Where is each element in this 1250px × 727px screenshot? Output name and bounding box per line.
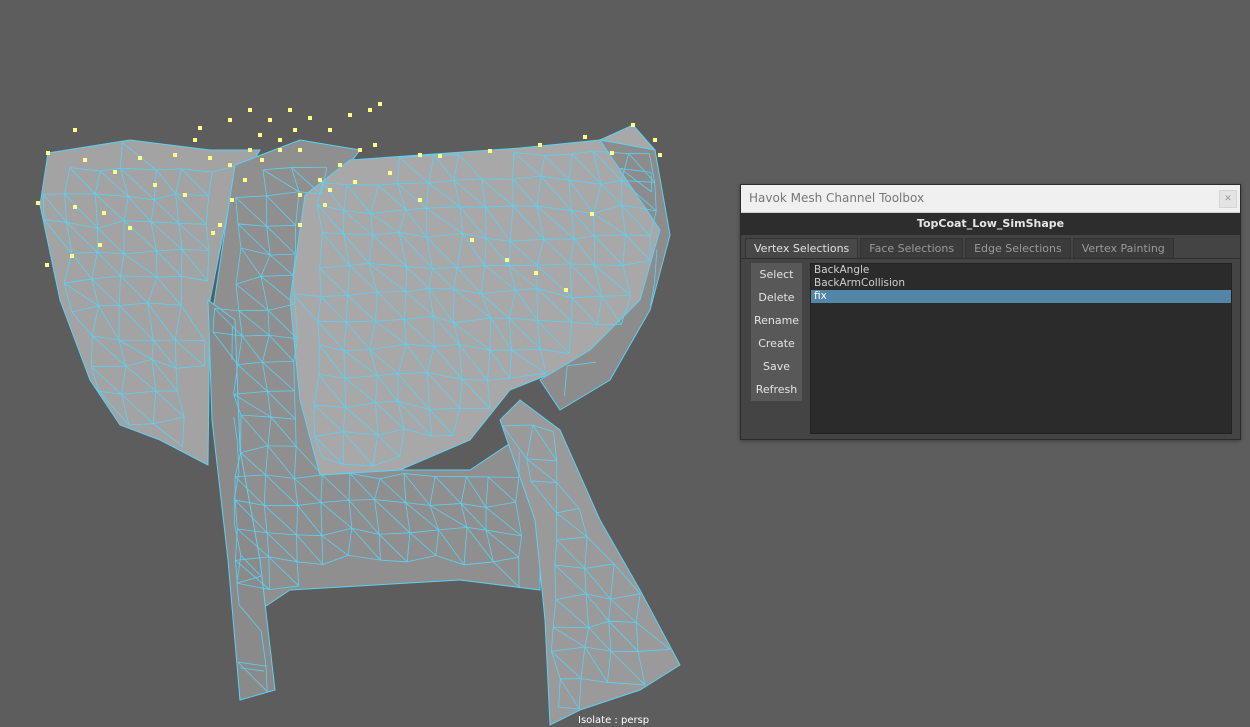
save-button[interactable]: Save	[751, 355, 802, 378]
tab-bar: Vertex Selections Face Selections Edge S…	[741, 238, 1240, 259]
list-item-selected[interactable]: fix	[811, 290, 1231, 303]
selected-vertex	[348, 113, 352, 117]
close-icon[interactable]: ✕	[1219, 190, 1237, 208]
selected-vertex	[45, 263, 49, 267]
selected-vertex	[73, 205, 77, 209]
selected-vertex	[368, 108, 372, 112]
selected-vertex	[258, 133, 262, 137]
tab-face-selections[interactable]: Face Selections	[860, 238, 964, 258]
viewport-label: Isolate : persp	[578, 715, 650, 726]
selected-vertex	[138, 156, 142, 160]
selected-vertex	[46, 151, 50, 155]
tab-edge-selections[interactable]: Edge Selections	[965, 238, 1071, 258]
selected-vertex	[653, 138, 657, 142]
delete-button[interactable]: Delete	[751, 286, 802, 309]
action-buttons: Select Delete Rename Create Save Refresh	[751, 263, 802, 401]
select-button[interactable]: Select	[751, 263, 802, 286]
selected-vertex	[418, 198, 422, 202]
mesh-edge	[397, 182, 429, 184]
selected-vertex	[658, 153, 662, 157]
selected-vertex	[338, 163, 342, 167]
mesh-edge	[344, 378, 346, 408]
selected-vertex	[243, 178, 247, 182]
selected-vertex	[70, 254, 74, 258]
selected-vertex	[590, 212, 594, 216]
selected-vertex	[583, 135, 587, 139]
selected-vertex	[534, 271, 538, 275]
selected-vertex	[102, 211, 106, 215]
selected-vertex	[538, 143, 542, 147]
selected-vertex	[83, 158, 87, 162]
selected-vertex	[228, 118, 232, 122]
selected-vertex	[218, 223, 222, 227]
selected-vertex	[298, 193, 302, 197]
selected-vertex	[438, 154, 442, 158]
selected-vertex	[173, 153, 177, 157]
selected-vertex	[183, 193, 187, 197]
selected-vertex	[288, 108, 292, 112]
right-shoulder-panel	[289, 124, 666, 476]
selected-vertex	[230, 198, 234, 202]
selected-vertex	[73, 128, 77, 132]
selected-vertex	[298, 148, 302, 152]
selected-vertex	[328, 188, 332, 192]
selected-vertex	[358, 148, 362, 152]
selected-vertex	[36, 201, 40, 205]
selected-vertex	[248, 148, 252, 152]
selected-vertex	[228, 163, 232, 167]
selected-vertex	[318, 178, 322, 182]
selected-vertex	[470, 238, 474, 242]
selected-vertex	[378, 102, 382, 106]
selection-list[interactable]: BackAngle BackArmCollision fix	[810, 263, 1232, 434]
refresh-button[interactable]: Refresh	[751, 378, 802, 401]
selected-vertex	[153, 183, 157, 187]
selected-vertex	[248, 108, 252, 112]
mesh-edge	[518, 451, 520, 478]
rename-button[interactable]: Rename	[751, 309, 802, 332]
selected-vertex	[353, 180, 357, 184]
shape-name-header: TopCoat_Low_SimShape	[741, 213, 1240, 235]
selected-vertex	[128, 226, 132, 230]
selected-vertex	[260, 158, 264, 162]
mesh-edge	[433, 316, 435, 347]
selected-vertex	[298, 223, 302, 227]
tab-vertex-painting[interactable]: Vertex Painting	[1072, 238, 1174, 258]
list-item[interactable]: BackAngle	[811, 264, 1231, 277]
mesh-edge	[91, 365, 127, 368]
toolbox-title: Havok Mesh Channel Toolbox	[749, 191, 925, 205]
selected-vertex	[278, 148, 282, 152]
havok-mesh-channel-toolbox[interactable]: Havok Mesh Channel Toolbox ✕ TopCoat_Low…	[740, 184, 1241, 440]
selected-vertex	[323, 203, 327, 207]
selected-vertex	[208, 156, 212, 160]
selected-vertex	[98, 243, 102, 247]
selected-vertex	[308, 116, 312, 120]
selected-vertex	[193, 138, 197, 142]
selected-vertex	[373, 143, 377, 147]
selected-vertex	[418, 153, 422, 157]
selected-vertex	[564, 288, 568, 292]
create-button[interactable]: Create	[751, 332, 802, 355]
mesh-edge	[155, 250, 158, 278]
selected-vertex	[293, 128, 297, 132]
list-item[interactable]: BackArmCollision	[811, 277, 1231, 290]
selected-vertex	[211, 231, 215, 235]
toolbox-titlebar[interactable]: Havok Mesh Channel Toolbox ✕	[741, 185, 1240, 213]
selected-vertex	[488, 149, 492, 153]
mesh-edge	[405, 266, 408, 292]
selected-vertex	[388, 171, 392, 175]
mesh-edge	[346, 184, 379, 186]
selected-vertex	[505, 258, 509, 262]
tab-vertex-selections[interactable]: Vertex Selections	[745, 238, 859, 258]
selected-vertex	[610, 151, 614, 155]
selected-vertex	[631, 123, 635, 127]
mesh-edge	[318, 344, 320, 375]
selected-vertex	[278, 138, 282, 142]
selected-vertex	[268, 118, 272, 122]
selected-vertex	[198, 126, 202, 130]
selected-vertex	[328, 128, 332, 132]
selected-vertex	[113, 170, 117, 174]
